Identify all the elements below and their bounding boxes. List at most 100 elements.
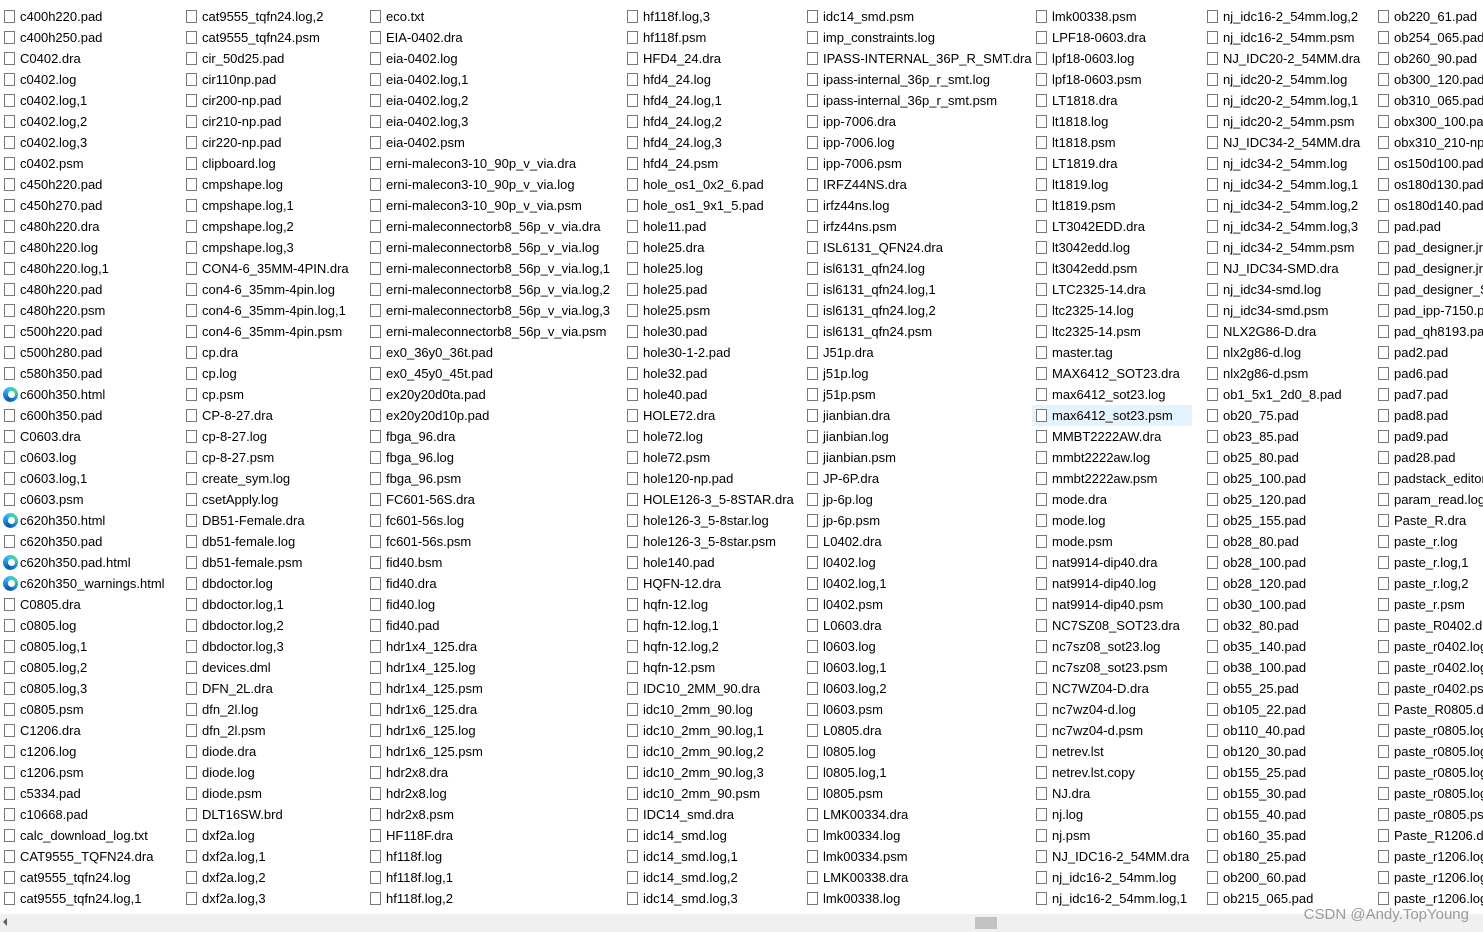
file-item[interactable]: J51p.dra xyxy=(803,342,1028,363)
file-item[interactable]: c0402.log,1 xyxy=(0,90,178,111)
file-item[interactable]: imp_constraints.log xyxy=(803,27,1028,48)
file-item[interactable]: pad.pad xyxy=(1374,216,1483,237)
file-item[interactable]: L0603.dra xyxy=(803,615,1028,636)
file-item[interactable]: dbdoctor.log,1 xyxy=(182,594,362,615)
file-item[interactable]: lpf18-0603.psm xyxy=(1032,69,1192,90)
file-item[interactable]: fbga_96.psm xyxy=(366,468,616,489)
file-item[interactable]: ipass-internal_36p_r_smt.log xyxy=(803,69,1028,90)
file-item[interactable]: nj_idc34-2_54mm.log,1 xyxy=(1203,174,1371,195)
file-item[interactable]: idc10_2mm_90.psm xyxy=(623,783,798,804)
file-item[interactable]: c0805.log xyxy=(0,615,178,636)
file-item[interactable]: jp-6p.log xyxy=(803,489,1028,510)
file-item[interactable]: nat9914-dip40.log xyxy=(1032,573,1192,594)
file-item[interactable]: hole25.log xyxy=(623,258,798,279)
file-item[interactable]: hfd4_24.psm xyxy=(623,153,798,174)
file-item[interactable]: L0805.dra xyxy=(803,720,1028,741)
file-item[interactable]: c0402.log,3 xyxy=(0,132,178,153)
file-item[interactable]: create_sym.log xyxy=(182,468,362,489)
file-item[interactable]: hole30.pad xyxy=(623,321,798,342)
file-item[interactable]: pad_ipp-7150.pad xyxy=(1374,300,1483,321)
file-item[interactable]: c0402.psm xyxy=(0,153,178,174)
file-item[interactable]: jianbian.dra xyxy=(803,405,1028,426)
file-item[interactable]: HOLE126-3_5-8STAR.dra xyxy=(623,489,798,510)
file-item[interactable]: fc601-56s.psm xyxy=(366,531,616,552)
file-item[interactable]: c1206.log xyxy=(0,741,178,762)
file-item[interactable]: IDC14_smd.dra xyxy=(623,804,798,825)
file-item[interactable]: dxf2a.log,2 xyxy=(182,867,362,888)
file-item[interactable]: con4-6_35mm-4pin.log xyxy=(182,279,362,300)
file-item[interactable]: paste_r0805.log xyxy=(1374,762,1483,783)
file-item[interactable]: fbga_96.log xyxy=(366,447,616,468)
file-item[interactable]: ob105_22.pad xyxy=(1203,699,1371,720)
file-item[interactable]: c0603.psm xyxy=(0,489,178,510)
file-item[interactable]: erni-malecon3-10_90p_v_via.psm xyxy=(366,195,616,216)
file-item[interactable]: NC7WZ04-D.dra xyxy=(1032,678,1192,699)
file-item[interactable]: paste_r0805.log xyxy=(1374,783,1483,804)
file-item[interactable]: ex20y20d0ta.pad xyxy=(366,384,616,405)
file-item[interactable]: lmk00334.log xyxy=(803,825,1028,846)
file-item[interactable]: ob35_140.pad xyxy=(1203,636,1371,657)
file-item[interactable]: idc14_smd.psm xyxy=(803,6,1028,27)
file-item[interactable]: hole140.pad xyxy=(623,552,798,573)
scrollbar-thumb[interactable] xyxy=(975,917,997,929)
file-item[interactable]: c480h220.psm xyxy=(0,300,178,321)
file-item[interactable]: eia-0402.log xyxy=(366,48,616,69)
file-item[interactable]: c480h220.log,1 xyxy=(0,258,178,279)
file-item[interactable]: pad8.pad xyxy=(1374,405,1483,426)
file-item[interactable]: nj_idc34-2_54mm.log xyxy=(1203,153,1371,174)
file-item[interactable]: c0805.psm xyxy=(0,699,178,720)
file-item[interactable]: NJ_IDC16-2_54MM.dra xyxy=(1032,846,1192,867)
file-item[interactable]: ob155_40.pad xyxy=(1203,804,1371,825)
file-item[interactable]: cp-8-27.log xyxy=(182,426,362,447)
file-item[interactable]: ISL6131_QFN24.dra xyxy=(803,237,1028,258)
file-item[interactable]: c600h350.pad xyxy=(0,405,178,426)
file-item[interactable]: nc7sz08_sot23.log xyxy=(1032,636,1192,657)
file-item[interactable]: nc7sz08_sot23.psm xyxy=(1032,657,1192,678)
file-item[interactable]: paste_r.log,1 xyxy=(1374,552,1483,573)
file-item[interactable]: FC601-56S.dra xyxy=(366,489,616,510)
file-item[interactable]: j51p.log xyxy=(803,363,1028,384)
file-item[interactable]: erni-maleconnectorb8_56p_v_via.log,2 xyxy=(366,279,616,300)
file-item[interactable]: con4-6_35mm-4pin.psm xyxy=(182,321,362,342)
file-item[interactable]: ob25_155.pad xyxy=(1203,510,1371,531)
file-item[interactable]: ob155_25.pad xyxy=(1203,762,1371,783)
file-item[interactable]: ipp-7006.dra xyxy=(803,111,1028,132)
file-item[interactable]: fid40.bsm xyxy=(366,552,616,573)
file-item[interactable]: pad7.pad xyxy=(1374,384,1483,405)
file-item[interactable]: erni-maleconnectorb8_56p_v_via.psm xyxy=(366,321,616,342)
file-item[interactable]: mode.log xyxy=(1032,510,1192,531)
file-item[interactable]: hdr2x8.log xyxy=(366,783,616,804)
file-item[interactable]: cir110np.pad xyxy=(182,69,362,90)
file-item[interactable]: idc14_smd.log,3 xyxy=(623,888,798,909)
file-item[interactable]: c620h350.pad xyxy=(0,531,178,552)
file-item[interactable]: ob28_80.pad xyxy=(1203,531,1371,552)
file-item[interactable]: ob25_80.pad xyxy=(1203,447,1371,468)
file-item[interactable]: c480h220.log xyxy=(0,237,178,258)
file-item[interactable]: dfn_2l.log xyxy=(182,699,362,720)
file-item[interactable]: fbga_96.dra xyxy=(366,426,616,447)
file-item[interactable]: c0805.log,3 xyxy=(0,678,178,699)
file-item[interactable]: cat9555_tqfn24.log,2 xyxy=(182,6,362,27)
file-item[interactable]: HFD4_24.dra xyxy=(623,48,798,69)
file-item[interactable]: LT1819.dra xyxy=(1032,153,1192,174)
file-item[interactable]: hole32.pad xyxy=(623,363,798,384)
file-item[interactable]: ob28_100.pad xyxy=(1203,552,1371,573)
file-item[interactable]: ob300_120.pad xyxy=(1374,69,1483,90)
file-item[interactable]: hdr2x8.psm xyxy=(366,804,616,825)
file-item[interactable]: hole_os1_0x2_6.pad xyxy=(623,174,798,195)
file-item[interactable]: hole72.psm xyxy=(623,447,798,468)
file-item[interactable]: c0805.log,1 xyxy=(0,636,178,657)
file-item[interactable]: c450h270.pad xyxy=(0,195,178,216)
file-item[interactable]: paste_r0805.log xyxy=(1374,720,1483,741)
file-item[interactable]: eia-0402.log,3 xyxy=(366,111,616,132)
file-item[interactable]: c600h350.html xyxy=(0,384,178,405)
file-item[interactable]: hdr1x4_125.log xyxy=(366,657,616,678)
file-item[interactable]: ob32_80.pad xyxy=(1203,615,1371,636)
file-item[interactable]: cat9555_tqfn24.log,1 xyxy=(0,888,178,909)
file-item[interactable]: LMK00338.dra xyxy=(803,867,1028,888)
file-item[interactable]: c500h220.pad xyxy=(0,321,178,342)
file-item[interactable]: hqfn-12.log,1 xyxy=(623,615,798,636)
file-item[interactable]: idc10_2mm_90.log xyxy=(623,699,798,720)
file-item[interactable]: c620h350_warnings.html xyxy=(0,573,178,594)
file-item[interactable]: c480h220.dra xyxy=(0,216,178,237)
